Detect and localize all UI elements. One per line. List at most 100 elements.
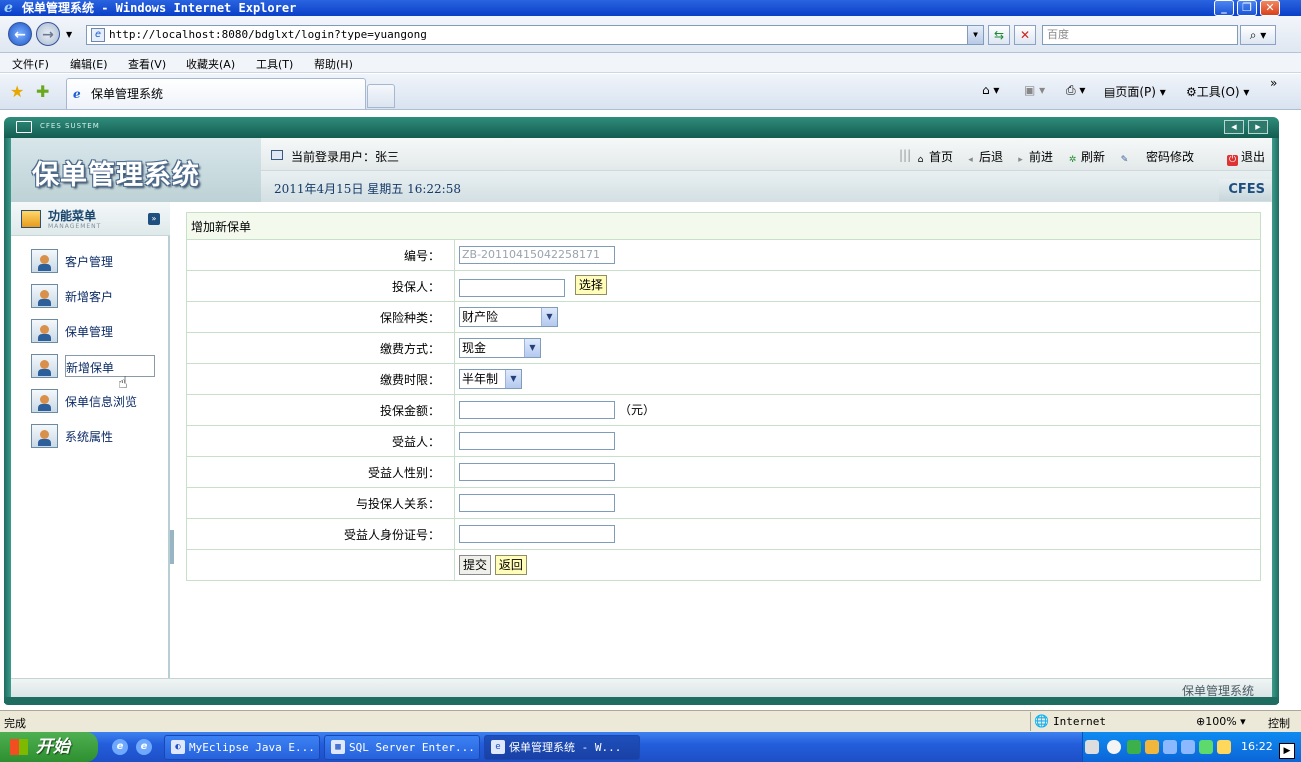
tray-app-icon[interactable] xyxy=(1145,740,1159,754)
sidebar-item-system-properties[interactable]: 系统属性 xyxy=(31,424,155,448)
sidebar-item-add-policy[interactable]: 新增保单 xyxy=(31,354,155,378)
taskbar-side-text: 控制 xyxy=(1268,717,1290,730)
sidebar-item-customer-management[interactable]: 客户管理 xyxy=(31,249,155,273)
header-nav-bar: 当前登录用户：张三 ||| ⌂ 首页 ◂ 后退 ▸ 前进 ✲ 刷新 ✎ 密码修改 ⏻ 退出 xyxy=(261,138,1272,171)
play-icon[interactable]: ▶ xyxy=(1279,743,1295,759)
amount-input[interactable] xyxy=(459,401,615,420)
menu-view[interactable]: 查看(V) xyxy=(128,56,166,72)
address-bar[interactable]: e http://localhost:8080/bdglxt/login?typ… xyxy=(86,25,984,45)
menu-file[interactable]: 文件(F) xyxy=(12,56,49,72)
frame-prev-icon[interactable]: ◀ xyxy=(1224,120,1244,134)
maximize-button[interactable]: ❐ xyxy=(1237,0,1257,16)
task-ie-policy[interactable]: e 保单管理系统 - W... xyxy=(484,735,640,760)
task-myeclipse[interactable]: ◐ MyEclipse Java E... xyxy=(164,735,320,760)
tray-app-icon[interactable] xyxy=(1217,740,1231,754)
tab-current[interactable]: e 保单管理系统 xyxy=(66,78,366,109)
gear-icon: ⚙ xyxy=(1186,85,1197,99)
back-arrow-icon[interactable]: ← xyxy=(8,22,32,46)
collapse-chevron-icon[interactable]: » xyxy=(148,213,160,225)
tray-app-icon[interactable] xyxy=(1199,740,1213,754)
main-content: 增加新保单 编号： ZB-20110415042258171 投保人： 选择 保… xyxy=(174,202,1272,697)
home-icon[interactable]: ⌂ ▾ xyxy=(982,83,999,97)
stop-icon[interactable]: ✕ xyxy=(1014,25,1036,45)
forward-arrow-icon[interactable]: → xyxy=(36,22,60,46)
nav-forward-label: 前进 xyxy=(1029,150,1054,164)
zoom-control[interactable]: ⊕100% ▾ xyxy=(1196,715,1246,728)
payment-period-select[interactable]: 半年制 ▼ xyxy=(459,369,522,389)
start-button[interactable]: 开始 xyxy=(0,732,98,762)
sidebar-item-label: 保单信息浏览 xyxy=(65,395,138,409)
new-tab-button[interactable] xyxy=(367,84,395,108)
favorites-star-icon[interactable]: ★ xyxy=(10,82,24,101)
menu-help[interactable]: 帮助(H) xyxy=(314,56,353,72)
sidebar-title: 功能菜单 xyxy=(48,209,97,223)
relation-input[interactable] xyxy=(459,494,615,512)
address-dropdown-icon[interactable]: ▼ xyxy=(967,26,983,44)
sidebar-item-add-customer[interactable]: 新增客户 xyxy=(31,284,155,308)
user-icon xyxy=(271,150,283,160)
close-button[interactable]: ✕ xyxy=(1260,0,1280,16)
nav-home-label: 首页 xyxy=(929,150,954,164)
tray-expand-icon[interactable] xyxy=(1107,740,1121,754)
menu-favorites[interactable]: 收藏夹(A) xyxy=(186,56,235,72)
nav-refresh-link[interactable]: ✲ 刷新 xyxy=(1067,148,1105,166)
beneficiary-id-input[interactable] xyxy=(459,525,615,543)
menu-bar: 文件(F) 编辑(E) 查看(V) 收藏夹(A) 工具(T) 帮助(H) xyxy=(0,53,1301,73)
print-icon[interactable]: ⎙ ▾ xyxy=(1066,83,1085,98)
minimize-button[interactable]: _ xyxy=(1214,0,1234,16)
nav-back-link[interactable]: ◂ 后退 xyxy=(965,148,1003,166)
sql-server-icon: ▦ xyxy=(331,740,345,754)
submit-button[interactable]: 提交 xyxy=(459,555,492,575)
payment-period-value: 半年制 xyxy=(462,372,499,386)
chevron-down-icon: ▼ xyxy=(541,308,557,326)
search-input[interactable]: 百度 xyxy=(1042,25,1238,45)
beneficiary-input[interactable] xyxy=(459,432,615,450)
zoom-icon: ⊕ xyxy=(1196,715,1206,728)
window-title: 保单管理系统 - Windows Internet Explorer xyxy=(22,1,297,15)
user-card-icon xyxy=(31,249,58,273)
history-dropdown-icon[interactable]: ▼ xyxy=(66,30,72,39)
browser-status-bar: 完成 Internet ⊕100% ▾ 控制 xyxy=(0,710,1301,732)
insured-input[interactable] xyxy=(459,278,565,297)
menu-edit[interactable]: 编辑(E) xyxy=(70,56,108,72)
quicklaunch-browser-icon[interactable]: e xyxy=(136,739,152,755)
policy-number-field[interactable]: ZB-20110415042258171 xyxy=(459,246,615,264)
sidebar-item-policy-browse[interactable]: 保单信息浏览 xyxy=(31,389,155,413)
nav-home-link[interactable]: ⌂ 首页 xyxy=(915,148,953,166)
return-button[interactable]: 返回 xyxy=(494,555,527,575)
zoom-level: 100% xyxy=(1205,715,1237,728)
menu-tools[interactable]: 工具(T) xyxy=(256,56,293,72)
refresh-icon[interactable]: ⇆ xyxy=(988,25,1010,45)
payment-method-select[interactable]: 现金 ▼ xyxy=(459,338,541,358)
quicklaunch-ie-icon[interactable]: e xyxy=(112,739,128,755)
search-icon[interactable]: ⌕ ▾ xyxy=(1240,25,1276,45)
current-datetime: 2011年4月15日 星期五 16:22:58 xyxy=(274,182,461,196)
number-label: 编号： xyxy=(186,239,455,271)
app-container: CFES SUSTEM ◀ ▶ 保单管理系统 当前登录用户：张三 ||| ⌂ 首页… xyxy=(0,111,1301,709)
beneficiary-id-label: 受益人身份证号： xyxy=(186,518,455,550)
sidebar-item-policy-management[interactable]: 保单管理 xyxy=(31,319,155,343)
page-menu-label: 页面(P) xyxy=(1115,85,1156,99)
insured-label: 投保人： xyxy=(186,270,455,302)
network-icon[interactable] xyxy=(1163,740,1177,754)
page-menu-button[interactable]: ▤页面(P) ▾ xyxy=(1104,83,1166,100)
feeds-icon[interactable]: ▣ ▾ xyxy=(1024,83,1045,97)
beneficiary-gender-input[interactable] xyxy=(459,463,615,481)
nav-forward-link[interactable]: ▸ 前进 xyxy=(1015,148,1053,166)
add-favorite-icon[interactable]: ✚ xyxy=(36,82,49,101)
network-icon[interactable] xyxy=(1181,740,1195,754)
nav-password-link[interactable]: ✎ 密码修改 xyxy=(1119,148,1194,166)
nav-logout-link[interactable]: ⏻ 退出 xyxy=(1227,148,1265,166)
insurance-type-value: 财产险 xyxy=(462,310,499,324)
frame-next-icon[interactable]: ▶ xyxy=(1248,120,1268,134)
start-label: 开始 xyxy=(36,737,70,757)
choose-button[interactable]: 选择 xyxy=(574,275,607,296)
task-sql-server[interactable]: ▦ SQL Server Enter... xyxy=(324,735,480,760)
tray-app-icon[interactable] xyxy=(1127,740,1141,754)
actions-label-cell xyxy=(186,549,455,581)
keyboard-icon[interactable] xyxy=(1085,740,1099,754)
tools-menu-button[interactable]: ⚙工具(O) ▾ xyxy=(1186,83,1249,100)
chevron-more-icon[interactable]: » xyxy=(1270,76,1277,90)
insurance-type-select[interactable]: 财产险 ▼ xyxy=(459,307,558,327)
myeclipse-icon: ◐ xyxy=(171,740,185,754)
